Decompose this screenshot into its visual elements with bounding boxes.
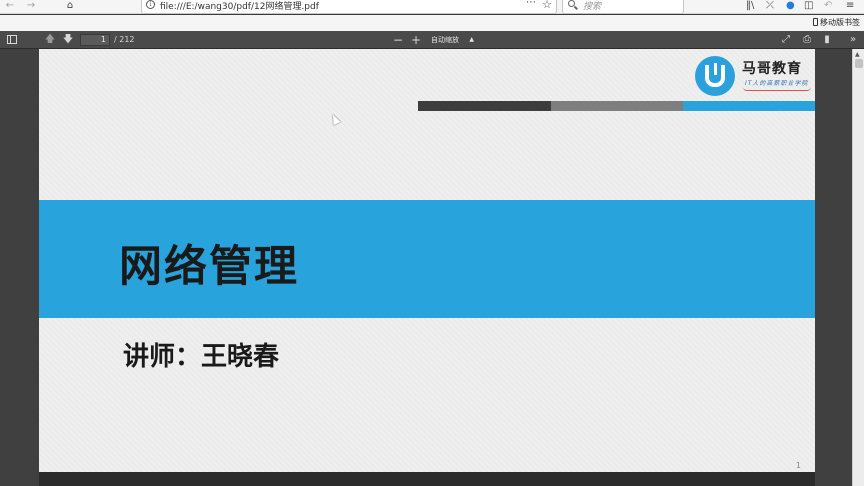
toggle-sidebar-icon[interactable] (7, 35, 17, 44)
mobile-bookmarks-label: 移动版书签 (820, 18, 860, 27)
mobile-bookmarks[interactable]: 移动版书签 (813, 17, 860, 28)
stripe-gray (551, 101, 683, 111)
bookmark-icon[interactable]: ▮ (822, 33, 832, 47)
scroll-thumb[interactable] (855, 59, 863, 68)
presentation-mode-icon[interactable]: ⤢ (780, 33, 792, 47)
mobile-icon (813, 18, 818, 26)
search-input[interactable]: 搜索 (583, 0, 601, 12)
slide-page-number: 1 (795, 461, 801, 470)
url-text[interactable]: file:///E:/wang30/pdf/12网络管理.pdf (160, 0, 319, 12)
zoom-out-icon[interactable]: − (392, 33, 404, 47)
browser-toolbar: ← → ⌂ i file:///E:/wang30/pdf/12网络管理.pdf… (0, 0, 864, 14)
stripe-dark (418, 101, 551, 111)
library-icon[interactable]: ‖\ (746, 0, 754, 11)
zoom-in-icon[interactable]: + (410, 33, 422, 47)
stripe-blue (683, 101, 815, 111)
page-number-input[interactable]: 1 (80, 34, 110, 46)
menu-icon[interactable]: ≡ (846, 0, 854, 11)
back-icon[interactable]: ← (3, 0, 17, 12)
screenshot-icon[interactable]: ⤫ (766, 0, 774, 11)
bookmarks-bar: 移动版书签 (0, 15, 864, 31)
previous-page-icon[interactable]: 🡅 (44, 33, 56, 47)
zoom-value: 自动缩放 (431, 36, 459, 44)
page-count: / 212 (114, 35, 135, 44)
logo-slogan: IT人的高薪职业学院 (745, 80, 809, 87)
next-page-icon[interactable]: 🡇 (62, 33, 74, 47)
vertical-scrollbar[interactable]: ▲ (852, 49, 864, 486)
logo-name: 马哥教育 (742, 61, 802, 77)
sidebar-toggle-icon[interactable]: ◫ (804, 0, 813, 11)
slide-title: 网络管理 (119, 242, 299, 292)
print-icon[interactable]: ⎙ (800, 33, 814, 47)
address-bar[interactable]: i file:///E:/wang30/pdf/12网络管理.pdf ⋯ ☆ (141, 0, 557, 14)
page-actions-icon[interactable]: ⋯ (526, 0, 536, 8)
logo-swoosh (743, 87, 811, 91)
logo-icon (695, 56, 735, 96)
home-icon[interactable]: ⌂ (63, 0, 77, 12)
search-bar[interactable]: 搜索 (562, 0, 684, 14)
undo-icon[interactable]: ↶ (824, 0, 832, 11)
pdf-page: 马哥教育 IT人的高薪职业学院 网络管理 讲师：王晓春 1 (39, 49, 815, 472)
bookmark-star-icon[interactable]: ☆ (542, 0, 552, 11)
next-page-edge (39, 472, 815, 486)
zoom-caret-icon: ▲ (469, 36, 474, 43)
scroll-up-icon[interactable]: ▲ (855, 51, 860, 58)
zoom-select[interactable]: 自动缩放 ▲ (428, 34, 476, 46)
chat-icon[interactable]: ● (786, 0, 795, 11)
search-icon (568, 0, 575, 7)
lecturer-name: 讲师：王晓春 (123, 342, 280, 372)
forward-icon[interactable]: → (24, 0, 38, 12)
pdf-toolbar: 🡅 🡇 1 / 212 − + 自动缩放 ▲ ⤢ ⎙ ▮ » (0, 31, 864, 49)
tools-icon[interactable]: » (848, 33, 858, 47)
info-icon[interactable]: i (146, 0, 155, 9)
